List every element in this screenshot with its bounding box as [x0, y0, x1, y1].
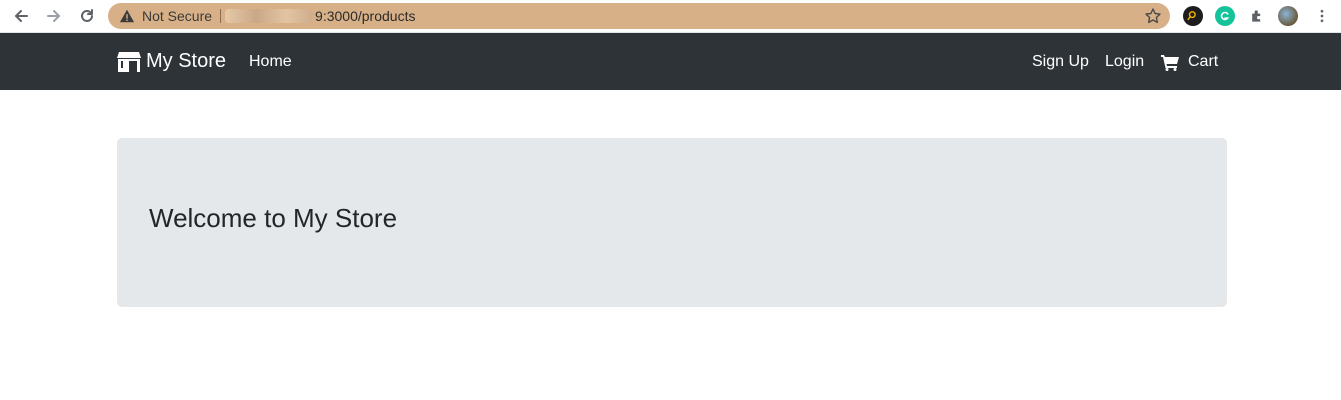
page-title: Welcome to My Store — [149, 203, 398, 233]
kebab-menu-icon[interactable] — [1312, 6, 1332, 26]
address-bar[interactable]: Not Secure 9:3000/products — [108, 3, 1170, 29]
puzzle-extension-icon[interactable] — [1247, 6, 1267, 26]
back-arrow-icon — [15, 10, 28, 22]
address-separator — [220, 9, 222, 23]
back-button[interactable] — [10, 5, 32, 27]
reload-icon — [81, 9, 93, 22]
brand-link[interactable]: My Store — [117, 50, 226, 73]
store-icon — [117, 51, 141, 72]
nav-home-link[interactable]: Home — [249, 53, 292, 71]
url-text[interactable]: 9:3000/products — [315, 8, 415, 24]
grammarly-icon[interactable] — [1215, 6, 1235, 26]
forward-arrow-icon — [47, 10, 60, 22]
cart-label: Cart — [1188, 53, 1219, 70]
redacted-host — [225, 9, 314, 23]
forward-button[interactable] — [43, 5, 65, 27]
welcome-jumbotron: Welcome to My Store — [117, 138, 1227, 307]
search-extension-icon[interactable] — [1183, 6, 1203, 26]
browser-toolbar: Not Secure 9:3000/products — [0, 0, 1341, 33]
nav-login-link[interactable]: Login — [1105, 53, 1144, 71]
shopping-cart-icon — [1161, 54, 1179, 71]
nav-signup-link[interactable]: Sign Up — [1032, 53, 1089, 71]
nav-cart-link[interactable]: Cart — [1161, 53, 1218, 71]
store-navbar: My Store Home Sign Up Login Cart — [0, 33, 1341, 90]
bookmark-star-icon[interactable] — [1144, 7, 1162, 25]
brand-label: My Store — [146, 50, 227, 72]
warning-triangle-icon — [118, 7, 136, 25]
security-label[interactable]: Not Secure — [142, 8, 212, 24]
profile-avatar-icon[interactable] — [1278, 6, 1298, 26]
reload-button[interactable] — [76, 5, 98, 27]
